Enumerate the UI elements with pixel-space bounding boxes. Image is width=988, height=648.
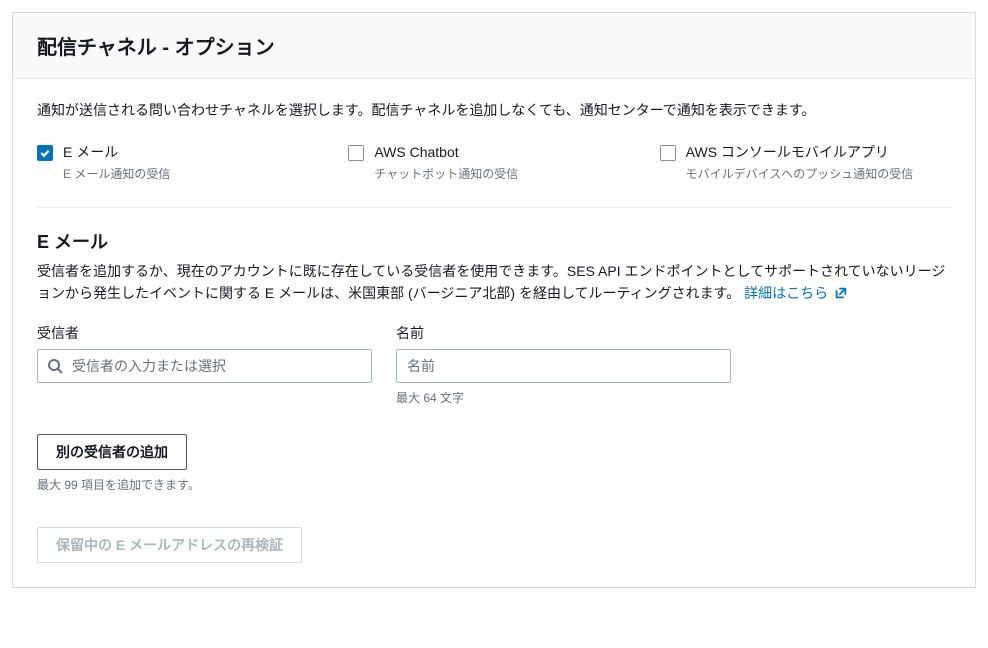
revalidate-block: 保留中の E メールアドレスの再検証	[37, 527, 951, 563]
learn-more-link[interactable]: 詳細はこちら	[744, 285, 848, 301]
channel-chatbot[interactable]: AWS Chatbot チャットボット通知の受信	[348, 143, 639, 183]
panel-header: 配信チャネル - オプション	[13, 13, 975, 79]
channel-mobile-checkbox[interactable]	[660, 145, 676, 161]
external-link-icon	[834, 286, 848, 300]
name-helper: 最大 64 文字	[396, 389, 731, 406]
channel-email-sub: E メール通知の受信	[63, 165, 328, 183]
check-icon	[39, 147, 51, 159]
add-recipient-button[interactable]: 別の受信者の追加	[37, 434, 187, 470]
delivery-channel-panel: 配信チャネル - オプション 通知が送信される問い合わせチャネルを選択します。配…	[12, 12, 976, 588]
channel-mobile[interactable]: AWS コンソールモバイルアプリ モバイルデバイスへのプッシュ通知の受信	[660, 143, 951, 183]
name-label: 名前	[396, 323, 731, 343]
panel-description: 通知が送信される問い合わせチャネルを選択します。配信チャネルを追加しなくても、通…	[37, 99, 951, 121]
channel-email-info: E メール E メール通知の受信	[63, 143, 328, 183]
recipient-group: 受信者	[37, 323, 372, 383]
add-recipient-helper: 最大 99 項目を追加できます。	[37, 476, 951, 493]
channel-email[interactable]: E メール E メール通知の受信	[37, 143, 328, 183]
learn-more-text: 詳細はこちら	[744, 285, 832, 301]
recipient-input-wrap	[37, 349, 372, 383]
channel-mobile-info: AWS コンソールモバイルアプリ モバイルデバイスへのプッシュ通知の受信	[686, 143, 951, 183]
email-section-description: 受信者を追加するか、現在のアカウントに既に存在している受信者を使用できます。SE…	[37, 260, 951, 305]
channel-chatbot-info: AWS Chatbot チャットボット通知の受信	[374, 143, 639, 183]
channel-options: E メール E メール通知の受信 AWS Chatbot チャットボット通知の受…	[37, 143, 951, 208]
channel-chatbot-sub: チャットボット通知の受信	[374, 165, 639, 183]
add-recipient-block: 別の受信者の追加 最大 99 項目を追加できます。	[37, 434, 951, 493]
panel-body: 通知が送信される問い合わせチャネルを選択します。配信チャネルを追加しなくても、通…	[13, 79, 975, 587]
revalidate-button: 保留中の E メールアドレスの再検証	[37, 527, 302, 563]
channel-mobile-label: AWS コンソールモバイルアプリ	[686, 143, 951, 163]
channel-chatbot-label: AWS Chatbot	[374, 143, 639, 163]
email-section: E メール 受信者を追加するか、現在のアカウントに既に存在している受信者を使用で…	[37, 228, 951, 563]
email-section-title: E メール	[37, 228, 951, 254]
name-input[interactable]	[396, 349, 731, 383]
recipient-input[interactable]	[37, 349, 372, 383]
channel-email-label: E メール	[63, 143, 328, 163]
name-input-wrap	[396, 349, 731, 383]
email-form-row: 受信者 名前 最大 64 文字	[37, 323, 951, 406]
channel-chatbot-checkbox[interactable]	[348, 145, 364, 161]
channel-email-checkbox[interactable]	[37, 145, 53, 161]
panel-title: 配信チャネル - オプション	[37, 31, 951, 60]
recipient-label: 受信者	[37, 323, 372, 343]
name-group: 名前 最大 64 文字	[396, 323, 731, 406]
channel-mobile-sub: モバイルデバイスへのプッシュ通知の受信	[686, 165, 951, 183]
